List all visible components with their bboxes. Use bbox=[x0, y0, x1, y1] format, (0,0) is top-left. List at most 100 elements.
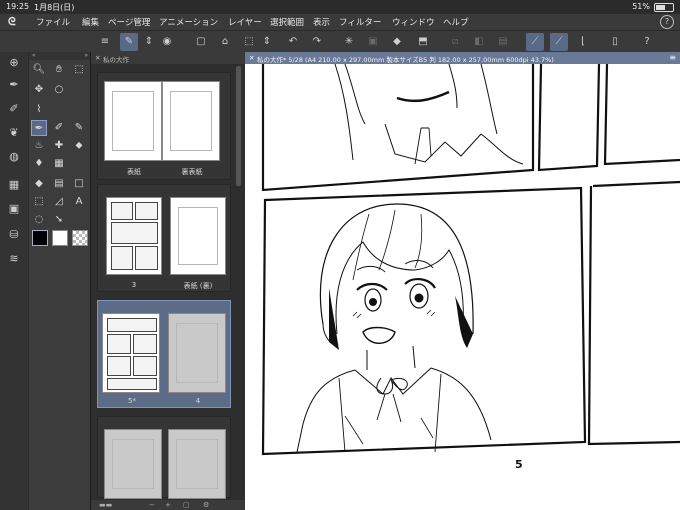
airbrush-tool-icon[interactable]: ♨ bbox=[31, 138, 47, 154]
menu-help[interactable]: ヘルプ bbox=[443, 16, 469, 28]
collapse-icon[interactable]: « bbox=[32, 52, 36, 59]
page-settings-icon[interactable]: ⚙ bbox=[203, 501, 209, 509]
menu-bar: ᘓ ファイル 編集 ページ管理 アニメーション レイヤー 選択範囲 表示 フィル… bbox=[0, 14, 680, 30]
move-layer-icon[interactable]: 🔍︎ bbox=[31, 62, 47, 78]
page-spread-card[interactable]: 3 表紙 (裏) bbox=[97, 184, 231, 292]
brush-icon[interactable]: ❦ bbox=[5, 124, 23, 142]
clip-studio-logo-icon[interactable]: ᘓ bbox=[8, 15, 22, 29]
page-label: 裏表紙 bbox=[181, 168, 203, 176]
menu-filter[interactable]: フィルター bbox=[339, 16, 381, 28]
page-spread-card-selected[interactable]: 5* 4 bbox=[97, 300, 231, 408]
transparent-color-swatch[interactable] bbox=[72, 230, 88, 246]
add-page-icon[interactable]: ▢ bbox=[183, 501, 190, 509]
pen-icon[interactable]: ✒ bbox=[5, 76, 23, 94]
figure-icon[interactable]: □ bbox=[71, 176, 87, 192]
blend-icon[interactable]: ♦ bbox=[31, 156, 47, 172]
page-manager-title: 私の大作 bbox=[103, 56, 129, 64]
help-circle-icon[interactable]: ? bbox=[660, 15, 674, 29]
undo-icon[interactable]: ↶ bbox=[284, 33, 302, 51]
record-icon[interactable]: ◉ bbox=[158, 33, 176, 51]
menu-layer[interactable]: レイヤー bbox=[228, 16, 262, 28]
page-manager-panel: ✕ 私の大作 表紙 裏表紙 3 表紙 (裏) 5* 4 ▬▬ − + ▢ ⚙ bbox=[90, 52, 246, 510]
snap-off-icon: ⧄ bbox=[451, 36, 459, 47]
new-document-icon[interactable]: ▢ bbox=[192, 33, 210, 51]
menu-window[interactable]: ウィンドウ bbox=[392, 16, 435, 28]
page-list-scrollbar[interactable] bbox=[236, 66, 241, 186]
page-thumbnail-selected[interactable] bbox=[102, 313, 160, 393]
stack-icon[interactable]: ≋ bbox=[5, 250, 23, 268]
eyedropper-icon[interactable]: ⌇ bbox=[31, 102, 47, 118]
pencil-icon[interactable]: ✐ bbox=[5, 100, 23, 118]
tool-bar: ⊕ ✒ ✐ ❦ ◍ ▦ ▣ ⛁ ≋ bbox=[0, 52, 28, 510]
page-thumbnail[interactable] bbox=[162, 81, 220, 161]
snap-special-ruler-icon[interactable]: ⟋ bbox=[550, 33, 568, 51]
page-thumbnail[interactable] bbox=[168, 313, 226, 393]
thumbnail-size-slider[interactable]: ▬▬ bbox=[99, 501, 112, 509]
lasso-icon[interactable]: ○ bbox=[51, 82, 67, 98]
zoom-in-icon[interactable]: + bbox=[165, 501, 171, 509]
document-tab[interactable]: ✕ 私の大作* 5/28 (A4 210.00 x 297.00mm 製本サイズ… bbox=[245, 52, 680, 64]
page-manager-tab[interactable]: ✕ 私の大作 bbox=[91, 52, 246, 64]
decoration-icon[interactable]: ✚ bbox=[51, 138, 67, 154]
page-thumbnail[interactable] bbox=[170, 197, 226, 275]
chevron-updown-icon[interactable]: ⇕ bbox=[140, 33, 158, 51]
page-spread-card[interactable]: 表紙 裏表紙 bbox=[97, 72, 231, 180]
gradient-grid-icon[interactable]: ▦ bbox=[51, 156, 67, 172]
zoom-icon[interactable]: ⊕ bbox=[5, 54, 23, 72]
expand-icon[interactable]: » bbox=[84, 52, 88, 59]
status-time: 19:25 bbox=[6, 2, 30, 11]
assist-icon[interactable]: ? bbox=[638, 33, 656, 51]
redo-icon[interactable]: ↷ bbox=[308, 33, 326, 51]
pen-tool-icon[interactable]: ✒ bbox=[31, 120, 47, 136]
close-document-icon[interactable]: ✕ bbox=[249, 54, 254, 62]
export-icon[interactable]: ⇕ bbox=[258, 33, 276, 51]
menu-edit[interactable]: 編集 bbox=[82, 16, 99, 28]
snap-grid-icon[interactable]: ⌊ bbox=[574, 33, 592, 51]
page-thumbnail[interactable] bbox=[104, 81, 162, 161]
frame-border-icon[interactable]: ⬚ bbox=[31, 194, 47, 210]
object-select-icon[interactable]: ⬚ bbox=[71, 62, 87, 78]
material-icon[interactable]: ⛁ bbox=[5, 226, 23, 244]
menu-view[interactable]: 表示 bbox=[313, 16, 330, 28]
menu-animation[interactable]: アニメーション bbox=[159, 16, 218, 28]
page-thumbnail[interactable] bbox=[106, 197, 162, 275]
page-thumbnail[interactable] bbox=[168, 429, 226, 499]
save-icon[interactable]: ⬚ bbox=[240, 33, 258, 51]
loading-icon[interactable]: ✳ bbox=[340, 33, 358, 51]
pencil-tool-icon[interactable]: ✐ bbox=[51, 120, 67, 136]
eraser-icon[interactable]: ⬥ bbox=[71, 138, 87, 154]
fill-tool-icon[interactable]: ◆ bbox=[31, 176, 47, 192]
correct-line-icon[interactable]: ➘ bbox=[51, 212, 67, 228]
main-color-swatch[interactable] bbox=[32, 230, 48, 246]
fill-icon[interactable]: ◆ bbox=[388, 33, 406, 51]
zoom-out-icon[interactable]: − bbox=[149, 501, 155, 509]
menu-selection[interactable]: 選択範囲 bbox=[270, 16, 304, 28]
device-icon[interactable]: ▯ bbox=[606, 33, 624, 51]
text-icon[interactable]: A bbox=[71, 194, 87, 210]
battery-icon bbox=[654, 3, 674, 12]
ruler-icon[interactable]: ◿ bbox=[51, 194, 67, 210]
layers-icon[interactable]: ▦ bbox=[5, 176, 23, 194]
page-thumbnail[interactable] bbox=[104, 429, 162, 499]
clear-icon: ▣ bbox=[368, 36, 378, 47]
menu-file[interactable]: ファイル bbox=[36, 16, 70, 28]
tab-menu-icon[interactable]: ≡ bbox=[669, 53, 676, 62]
gradient-icon[interactable]: ▤ bbox=[51, 176, 67, 192]
transform-icon[interactable]: ⬒ bbox=[414, 33, 432, 51]
open-folder-icon[interactable]: ⌂ bbox=[216, 33, 234, 51]
hamburger-menu-icon[interactable]: ≡ bbox=[96, 33, 114, 51]
sub-color-swatch[interactable] bbox=[52, 230, 68, 246]
airbrush-icon[interactable]: ◍ bbox=[5, 148, 23, 166]
draw-mode-icon[interactable]: ✎ bbox=[120, 33, 138, 51]
brush-tool-icon[interactable]: ✎ bbox=[71, 120, 87, 136]
balloon-icon[interactable]: ◌ bbox=[31, 212, 47, 228]
close-icon[interactable]: ✕ bbox=[95, 54, 100, 62]
navigator-icon[interactable]: ▣ bbox=[5, 200, 23, 218]
manga-page-artwork bbox=[261, 64, 680, 456]
menu-page-management[interactable]: ページ管理 bbox=[108, 16, 150, 28]
snap-ruler-icon[interactable]: ⟋ bbox=[526, 33, 544, 51]
move-icon[interactable]: ✥ bbox=[31, 82, 47, 98]
drawing-canvas[interactable]: 5 bbox=[245, 64, 680, 510]
page-spread-card[interactable] bbox=[97, 416, 231, 499]
hand-icon[interactable]: ✋︎ bbox=[51, 62, 67, 78]
